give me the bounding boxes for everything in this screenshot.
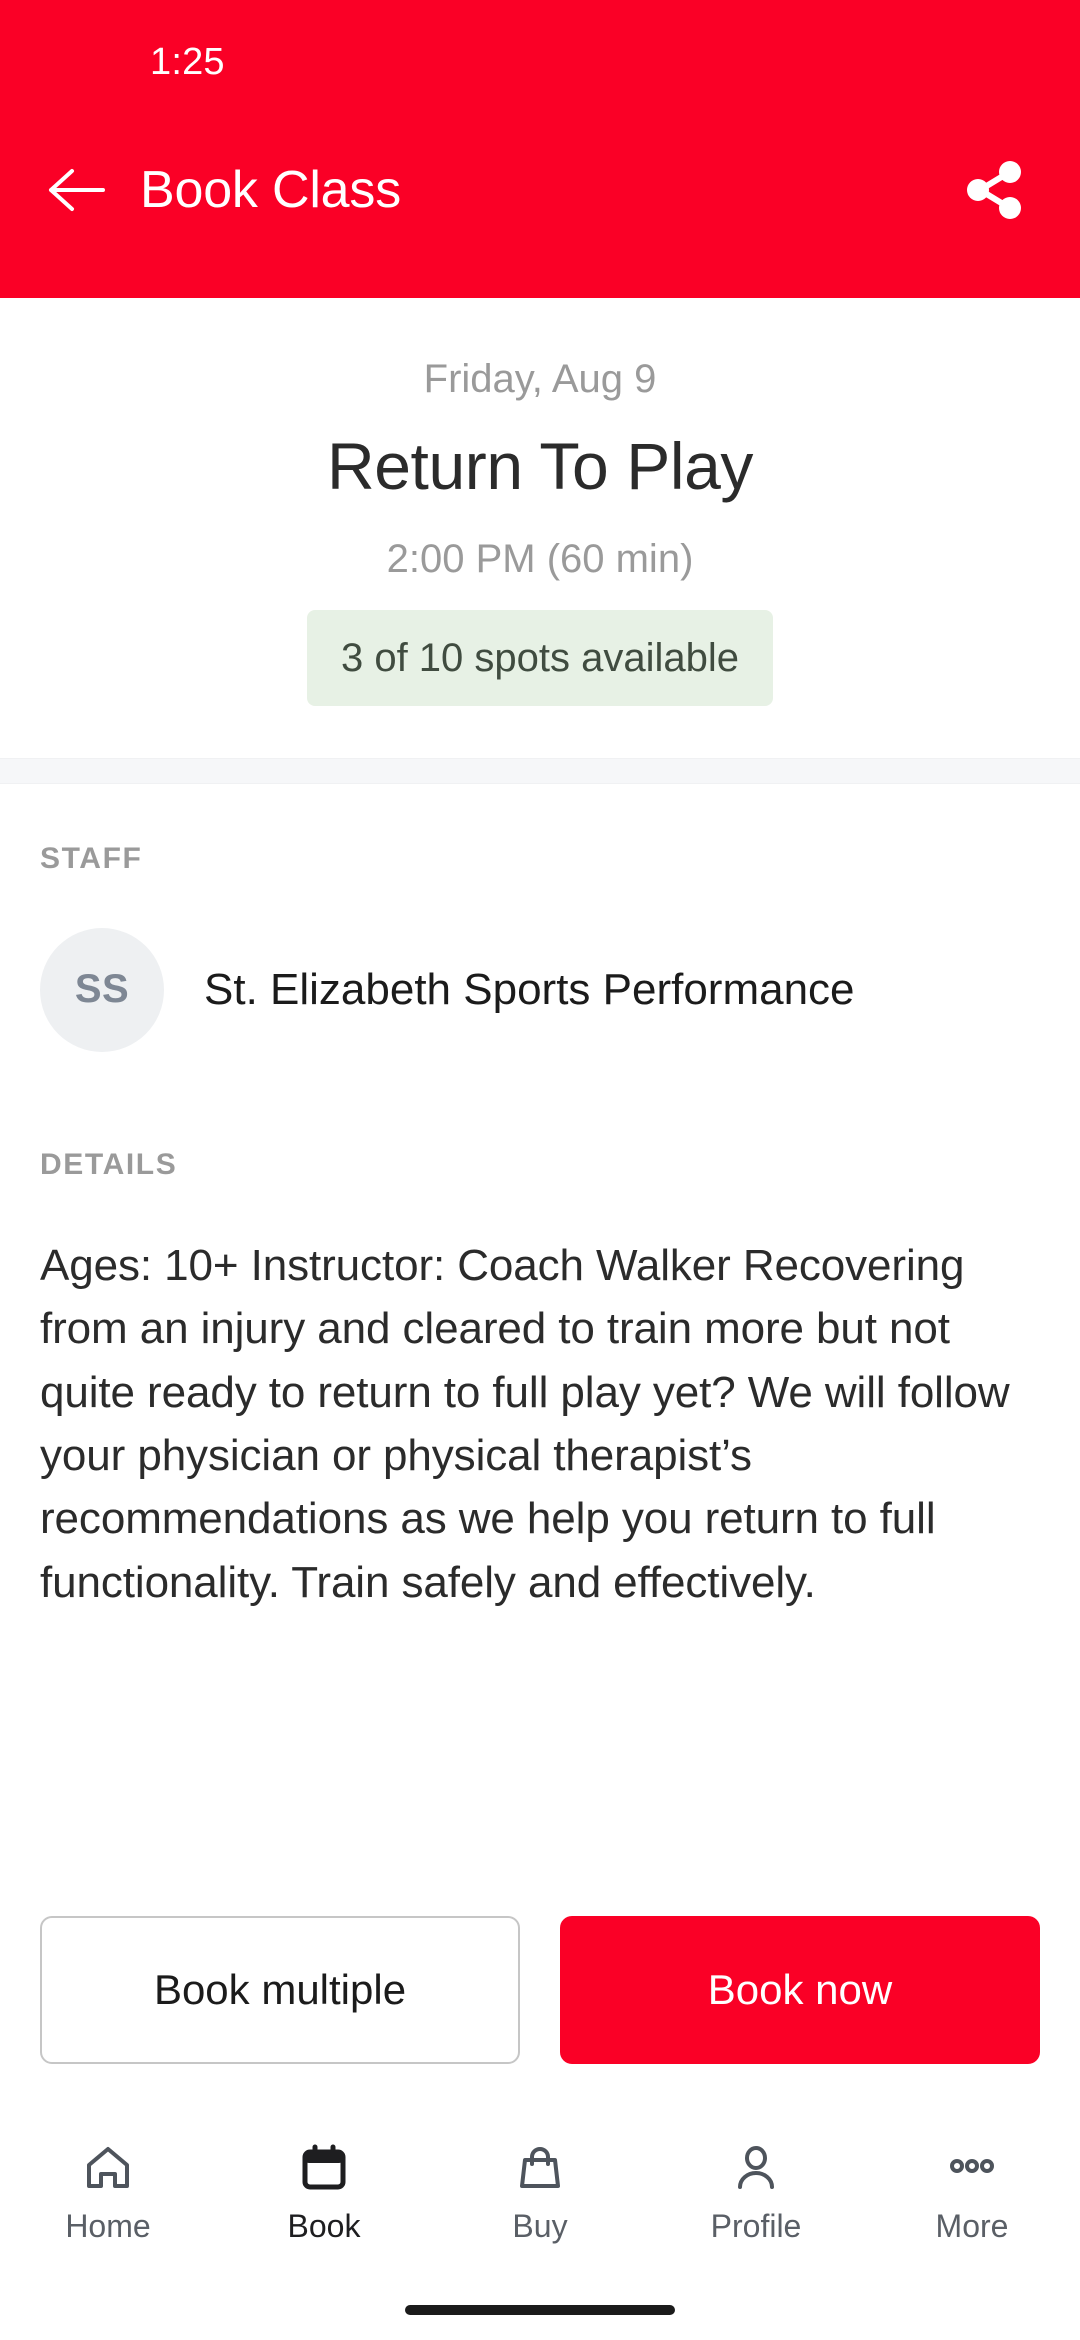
share-icon bbox=[967, 160, 1021, 219]
bag-icon bbox=[514, 2140, 566, 2196]
status-bar-clock: 1:25 bbox=[150, 41, 225, 83]
class-summary: Friday, Aug 9 Return To Play 2:00 PM (60… bbox=[0, 298, 1080, 758]
home-indicator-bar bbox=[0, 2280, 1080, 2340]
nav-label-home: Home bbox=[65, 2208, 151, 2244]
share-button[interactable] bbox=[956, 152, 1032, 228]
section-divider bbox=[0, 757, 1080, 784]
avatar: SS bbox=[40, 927, 164, 1052]
more-dots-icon bbox=[946, 2140, 998, 2196]
availability-wrapper: 3 of 10 spots available bbox=[40, 609, 1040, 706]
app-bar-region: 1:25 Book Class bbox=[0, 0, 1080, 298]
details-section-label: DETAILS bbox=[40, 1147, 178, 1181]
details-description: Ages: 10+ Instructor: Coach Walker Recov… bbox=[40, 1240, 1010, 1607]
nav-item-profile[interactable]: Profile bbox=[648, 2140, 864, 2242]
nav-label-buy: Buy bbox=[512, 2208, 568, 2244]
nav-item-more[interactable]: More bbox=[864, 2140, 1080, 2242]
nav-item-book[interactable]: Book bbox=[216, 2140, 432, 2242]
staff-name: St. Elizabeth Sports Performance bbox=[204, 965, 855, 1015]
app-bar: Book Class bbox=[0, 103, 1080, 276]
back-button[interactable] bbox=[48, 155, 118, 225]
page-title: Book Class bbox=[140, 160, 401, 219]
nav-label-profile: Profile bbox=[710, 2208, 802, 2244]
class-date: Friday, Aug 9 bbox=[423, 357, 657, 401]
bottom-navigation: Home Book Buy Profile More bbox=[0, 2104, 1080, 2280]
class-detail-content: STAFF SS St. Elizabeth Sports Performanc… bbox=[0, 783, 1080, 1838]
app-root: 1:25 Book Class Friday, Aug 9 Return To … bbox=[0, 0, 1080, 2340]
class-time-duration: 2:00 PM (60 min) bbox=[386, 536, 694, 581]
book-multiple-button[interactable]: Book multiple bbox=[40, 1916, 520, 2064]
nav-label-more: More bbox=[935, 2208, 1009, 2244]
class-name: Return To Play bbox=[326, 429, 754, 503]
arrow-left-icon bbox=[49, 168, 105, 211]
nav-item-buy[interactable]: Buy bbox=[432, 2140, 648, 2242]
availability-badge: 3 of 10 spots available bbox=[306, 609, 774, 706]
person-icon bbox=[730, 2140, 782, 2196]
home-icon bbox=[82, 2140, 134, 2196]
calendar-icon bbox=[298, 2140, 350, 2196]
staff-row[interactable]: SS St. Elizabeth Sports Performance bbox=[40, 927, 1040, 1052]
action-buttons: Book multiple Book now bbox=[0, 1916, 1080, 2064]
nav-label-book: Book bbox=[287, 2208, 361, 2244]
book-now-button[interactable]: Book now bbox=[560, 1916, 1040, 2064]
staff-section-label: STAFF bbox=[40, 841, 143, 875]
nav-item-home[interactable]: Home bbox=[0, 2140, 216, 2242]
home-indicator[interactable] bbox=[405, 2305, 675, 2315]
